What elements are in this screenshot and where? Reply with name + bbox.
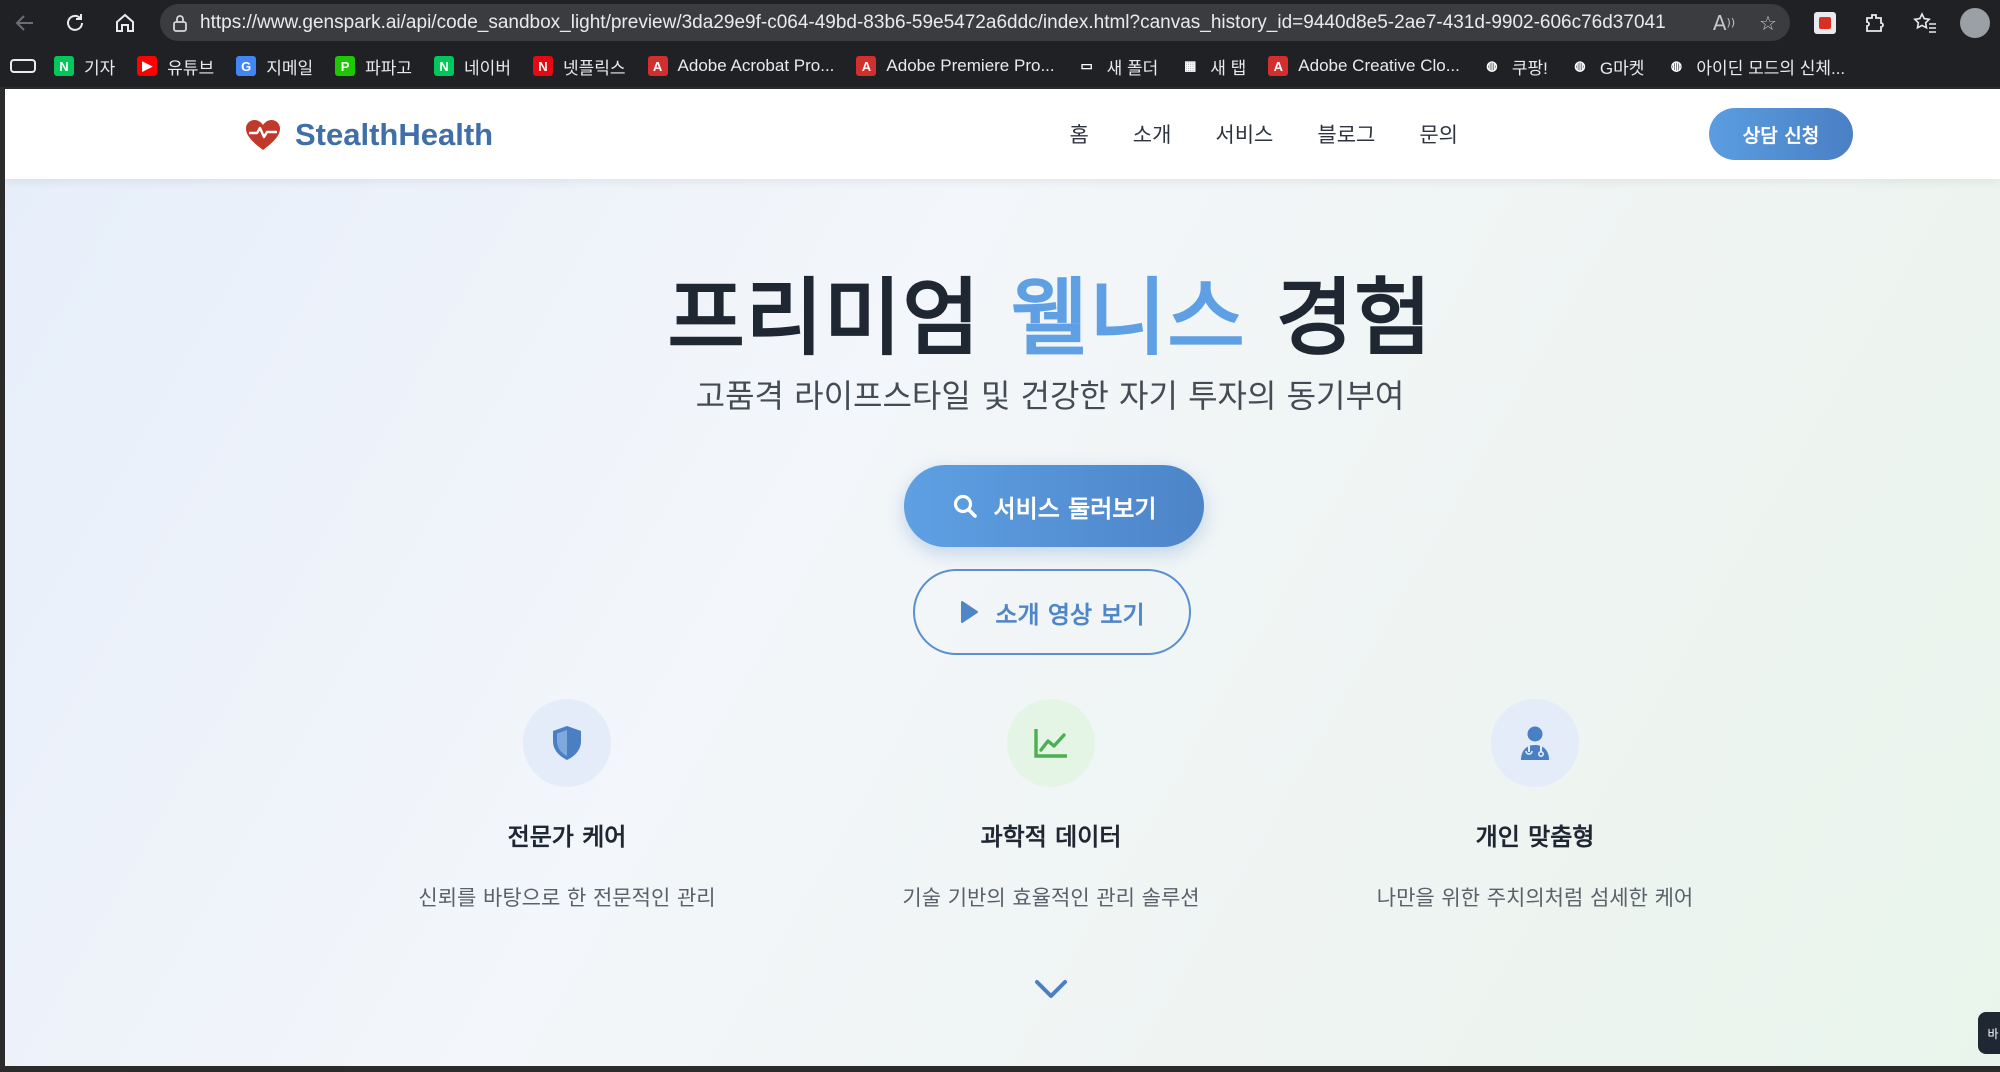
adobe-icon: A [856,56,877,76]
nav-link[interactable]: 소개 [1133,119,1172,149]
nav-link[interactable]: 홈 [1069,119,1088,149]
hero-title: 프리미엄 웰니스 경험 [5,251,2000,372]
feature-description: 기술 기반의 효율적인 관리 솔루션 [902,886,1200,910]
heart-pulse-icon [246,120,280,150]
adobe-icon: A [1268,56,1289,76]
reload-button[interactable] [50,0,100,45]
chart-line-icon [1007,699,1095,787]
bookmark-label: 지메일 [266,58,314,78]
bookmark-item[interactable]: ◍ G마켓 [1569,54,1645,79]
hero-title-before: 프리미엄 [667,269,1011,367]
web-page: StealthHealth 홈 소개 서비스 블로그 문의 상담 신청 프리미엄 웰니스… [5,89,2000,1066]
adobe-icon: A [647,56,668,76]
bookmark-item[interactable]: ◍ 아이딘 모드의 신체... [1666,54,1845,79]
nav-link[interactable]: 서비스 [1215,119,1273,149]
globe-icon: ◍ [1666,56,1687,76]
favorite-star-icon[interactable]: ☆ [1746,11,1790,35]
home-icon [116,13,134,32]
netflix-icon: N [532,56,553,76]
bookmark-item[interactable]: A Adobe Acrobat Pro... [647,56,835,76]
extension-badge-icon[interactable] [1800,0,1850,45]
extensions-icon[interactable] [1850,0,1900,45]
feature-expert-care: 전문가 케어 신뢰를 바탕으로 한 전문적인 관리 [367,699,767,912]
folder-icon: ▭ [1076,56,1097,76]
feature-title: 전문가 케어 [507,823,627,851]
play-icon [961,601,979,623]
user-doctor-icon [1491,699,1579,787]
bookmark-item[interactable]: ◍ 쿠팡! [1481,54,1548,79]
consultation-button[interactable]: 상담 신청 [1709,108,1853,160]
shield-icon [523,699,611,787]
bookmark-label: 새 탭 [1210,58,1247,78]
bookmark-label: 새 폴더 [1106,58,1159,78]
side-widget-tab[interactable]: 바 [1978,1012,2000,1054]
tab-icon: ▦ [1180,56,1201,76]
tab-actions-icon[interactable] [10,59,36,73]
url-text[interactable]: https://www.genspark.ai/api/code_sandbox… [200,12,1702,34]
feature-title: 개인 맞춤형 [1475,823,1595,851]
bookmark-label: 유튜브 [167,58,215,78]
feature-title: 과학적 데이터 [980,823,1122,851]
bookmark-label: Adobe Creative Clo... [1298,56,1460,75]
bookmark-label: 쿠팡! [1511,58,1548,78]
bookmark-item[interactable]: N 네이버 [434,54,511,79]
read-aloud-icon[interactable]: A)) [1702,11,1746,35]
main-nav: 홈 소개 서비스 블로그 문의 [1025,119,1458,149]
home-button[interactable] [100,0,150,45]
bookmark-item[interactable]: A Adobe Creative Clo... [1268,56,1460,76]
bookmark-item[interactable]: N 넷플릭스 [532,54,626,79]
reload-icon [67,13,83,31]
chevron-down-icon[interactable] [1033,977,1069,1001]
bookmark-item[interactable]: ▭ 새 폴더 [1076,54,1159,79]
favorites-icon[interactable] [1900,0,1950,45]
bookmark-item[interactable]: P 파파고 [335,54,412,79]
browser-toolbar: https://www.genspark.ai/api/code_sandbox… [0,0,2000,45]
watch-video-label: 소개 영상 보기 [995,600,1145,629]
watch-video-button[interactable]: 소개 영상 보기 [913,569,1191,655]
arrow-left-icon [15,14,33,31]
feature-personalized: 개인 맞춤형 나만을 위한 주치의처럼 섬세한 케어 [1335,699,1735,912]
explore-services-button[interactable]: 서비스 둘러보기 [904,465,1204,547]
feature-description: 나만을 위한 주치의처럼 섬세한 케어 [1376,886,1694,910]
youtube-icon: ▶ [137,56,158,76]
bookmarks-bar: N 기자 ▶ 유튜브 G 지메일 P 파파고 N 네이버 N 넷플릭스 A Adobe Acrobat P… [0,45,2000,87]
bookmark-label: Adobe Acrobat Pro... [677,56,835,75]
address-bar[interactable]: https://www.genspark.ai/api/code_sandbox… [160,4,1790,41]
site-header: StealthHealth 홈 소개 서비스 블로그 문의 상담 신청 [5,89,2000,179]
hero-title-accent: 웰니스 [1010,269,1246,367]
feature-description: 신뢰를 바탕으로 한 전문적인 관리 [418,886,716,910]
bookmark-item[interactable]: ▶ 유튜브 [137,54,214,79]
google-icon: G [236,56,257,76]
hero-title-after: 경험 [1245,269,1433,367]
bookmark-item[interactable]: G 지메일 [236,54,313,79]
naver-icon: N [54,56,74,76]
nav-link[interactable]: 문의 [1419,119,1458,149]
bookmark-label: Adobe Premiere Pro... [886,56,1055,75]
brand-name: StealthHealth [295,117,494,152]
bookmark-item[interactable]: A Adobe Premiere Pro... [856,56,1055,76]
naver-icon: N [434,56,455,76]
bookmark-label: 기자 [84,58,116,78]
profile-avatar-icon[interactable] [1950,0,2000,45]
bookmark-label: 아이딘 모드의 신체... [1696,58,1846,78]
back-button[interactable] [0,0,50,45]
site-logo[interactable]: StealthHealth [245,117,493,153]
globe-icon: ◍ [1569,56,1590,76]
papago-icon: P [335,56,356,76]
globe-icon: ◍ [1481,56,1502,76]
site-info-icon[interactable] [160,14,200,32]
nav-link[interactable]: 블로그 [1317,119,1375,149]
feature-scientific-data: 과학적 데이터 기술 기반의 효율적인 관리 솔루션 [851,699,1251,912]
bookmark-label: 파파고 [365,58,413,78]
bookmark-label: 넷플릭스 [562,58,626,78]
bookmark-item[interactable]: N 기자 [54,54,115,79]
bookmark-label: G마켓 [1599,58,1645,78]
search-icon [953,494,977,518]
bookmark-label: 네이버 [464,58,511,78]
explore-services-label: 서비스 둘러보기 [993,494,1157,523]
hero-subtitle: 고품격 라이프스타일 및 건강한 자기 투자의 동기부여 [695,377,1405,415]
bookmark-item[interactable]: ▦ 새 탭 [1180,54,1246,79]
